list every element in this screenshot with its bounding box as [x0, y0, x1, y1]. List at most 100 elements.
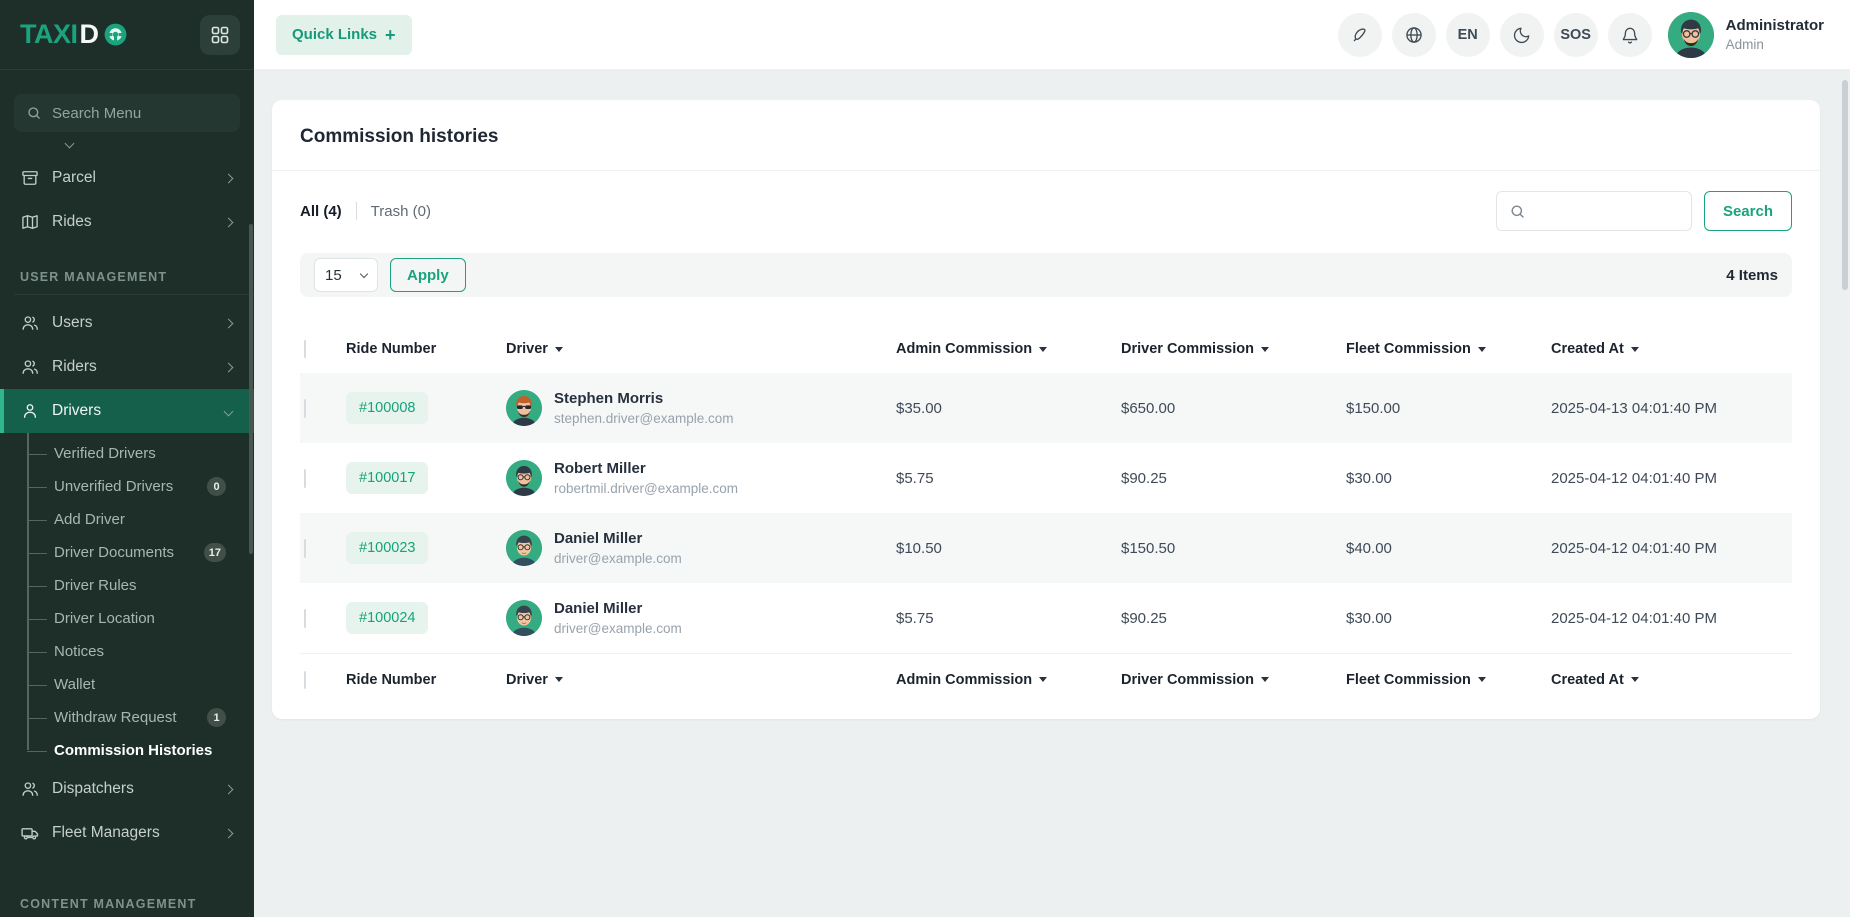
created-at-value: 2025-04-12 04:01:40 PM [1551, 540, 1792, 557]
language-globe-button[interactable] [1392, 13, 1436, 57]
rides-map-icon [20, 212, 40, 232]
per-page-select[interactable]: 15 [314, 258, 378, 292]
select-all-checkbox[interactable] [304, 671, 306, 689]
notifications-button[interactable] [1608, 13, 1652, 57]
sidebar-subitem-driver-location[interactable]: Driver Location [0, 602, 254, 635]
col-footer-driver-commission[interactable]: Driver Commission [1121, 672, 1346, 688]
sidebar-item-drivers[interactable]: Drivers [0, 389, 254, 433]
items-count: 4 Items [1726, 267, 1778, 284]
created-at-value: 2025-04-12 04:01:40 PM [1551, 610, 1792, 627]
page-content: Commission histories All (4) Trash (0) [254, 70, 1850, 917]
ride-number-pill[interactable]: #100008 [346, 392, 428, 424]
commission-histories-card: Commission histories All (4) Trash (0) [272, 100, 1820, 719]
drivers-submenu: Verified Drivers Unverified Drivers 0 Ad… [0, 433, 254, 767]
sidebar-search[interactable] [14, 94, 240, 132]
theme-customizer-button[interactable] [1338, 13, 1382, 57]
col-header-driver-commission[interactable]: Driver Commission [1121, 341, 1346, 357]
section-content-management: CONTENT MANAGEMENT [0, 871, 254, 917]
search-icon [26, 105, 42, 121]
card-header: Commission histories [272, 100, 1820, 171]
ride-number-pill[interactable]: #100023 [346, 532, 428, 564]
section-user-management: USER MANAGEMENT [0, 244, 254, 294]
select-all-checkbox[interactable] [304, 340, 306, 358]
col-footer-driver[interactable]: Driver [506, 672, 896, 688]
driver-email: driver@example.com [554, 551, 682, 566]
sidebar-subitem-notices[interactable]: Notices [0, 635, 254, 668]
sidebar-item-label: Parcel [52, 169, 96, 187]
sidebar-item-riders[interactable]: Riders [0, 345, 254, 389]
sidebar-subitem-driver-documents[interactable]: Driver Documents 17 [0, 536, 254, 569]
row-checkbox[interactable] [304, 469, 306, 488]
chevron-right-icon [224, 173, 234, 183]
driver-avatar [506, 530, 542, 566]
driver-cell: Robert Miller robertmil.driver@example.c… [506, 460, 896, 496]
sidebar-subitem-wallet[interactable]: Wallet [0, 668, 254, 701]
profile-role: Admin [1726, 37, 1824, 52]
col-footer-fleet-commission[interactable]: Fleet Commission [1346, 672, 1551, 688]
sidebar-item-dispatchers[interactable]: Dispatchers [0, 767, 254, 811]
admin-commission-value: $5.75 [896, 610, 1121, 627]
tab-all[interactable]: All (4) [300, 203, 342, 220]
sidebar-subitem-verified-drivers[interactable]: Verified Drivers [0, 437, 254, 470]
dispatchers-icon [20, 779, 40, 799]
sidebar-subitem-unverified-drivers[interactable]: Unverified Drivers 0 [0, 470, 254, 503]
sort-arrow-icon [1039, 677, 1047, 682]
sidebar-subitem-commission-histories[interactable]: Commission Histories [0, 734, 254, 767]
sidebar-item-label: Riders [52, 358, 97, 376]
col-header-ride-number: Ride Number [346, 341, 506, 357]
sort-arrow-icon [555, 347, 563, 352]
tab-separator [356, 202, 357, 220]
sidebar-scrollbar[interactable] [249, 224, 253, 554]
sidebar-item-fleet-managers[interactable]: Fleet Managers [0, 811, 254, 855]
row-checkbox[interactable] [304, 609, 306, 628]
sidebar-item-rides[interactable]: Rides [0, 200, 254, 244]
sidebar-item-parcel[interactable]: Parcel [0, 156, 254, 200]
row-checkbox[interactable] [304, 539, 306, 558]
sos-button[interactable]: SOS [1554, 13, 1598, 57]
profile-text: Administrator Admin [1726, 17, 1824, 52]
apply-button[interactable]: Apply [390, 258, 466, 292]
chevron-right-icon [224, 217, 234, 227]
table-row: #100023 [300, 513, 1792, 583]
table-search-input[interactable] [1534, 203, 1679, 219]
row-checkbox[interactable] [304, 399, 306, 418]
parcel-icon [20, 168, 40, 188]
driver-commission-value: $90.25 [1121, 610, 1346, 627]
driver-commission-value: $650.00 [1121, 400, 1346, 417]
col-header-created-at[interactable]: Created At [1551, 341, 1792, 357]
col-header-admin-commission[interactable]: Admin Commission [896, 341, 1121, 357]
sidebar-item-users[interactable]: Users [0, 301, 254, 345]
main-area: Quick Links + [254, 0, 1850, 917]
admin-commission-value: $5.75 [896, 470, 1121, 487]
commission-table: Ride Number Driver Admin Commission Driv… [300, 325, 1792, 705]
sidebar-subitem-driver-rules[interactable]: Driver Rules [0, 569, 254, 602]
driver-cell: Stephen Morris stephen.driver@example.co… [506, 390, 896, 426]
page-title: Commission histories [300, 126, 1792, 148]
col-footer-created-at[interactable]: Created At [1551, 672, 1792, 688]
col-header-driver[interactable]: Driver [506, 341, 896, 357]
table-search-box[interactable] [1496, 191, 1692, 231]
sidebar-subitem-withdraw-request[interactable]: Withdraw Request 1 [0, 701, 254, 734]
search-button[interactable]: Search [1704, 191, 1792, 231]
sort-arrow-icon [1261, 347, 1269, 352]
dark-mode-button[interactable] [1500, 13, 1544, 57]
ride-number-pill[interactable]: #100024 [346, 602, 428, 634]
language-code-button[interactable]: EN [1446, 13, 1490, 57]
profile-menu[interactable]: Administrator Admin [1668, 12, 1824, 58]
search-icon [1509, 203, 1526, 220]
tab-trash[interactable]: Trash (0) [371, 203, 431, 220]
driver-avatar [506, 600, 542, 636]
ride-number-pill[interactable]: #100017 [346, 462, 428, 494]
driver-commission-value: $150.50 [1121, 540, 1346, 557]
quick-links-button[interactable]: Quick Links + [276, 15, 412, 55]
col-header-fleet-commission[interactable]: Fleet Commission [1346, 341, 1551, 357]
admin-avatar [1668, 12, 1714, 58]
sidebar-toggle-button[interactable] [200, 15, 240, 55]
table-row: #100017 [300, 443, 1792, 513]
page-scrollbar[interactable] [1842, 80, 1848, 290]
sidebar-item-label: Users [52, 314, 92, 332]
col-footer-admin-commission[interactable]: Admin Commission [896, 672, 1121, 688]
fleet-commission-value: $30.00 [1346, 610, 1551, 627]
sidebar-search-input[interactable] [52, 105, 251, 122]
sidebar-subitem-add-driver[interactable]: Add Driver [0, 503, 254, 536]
